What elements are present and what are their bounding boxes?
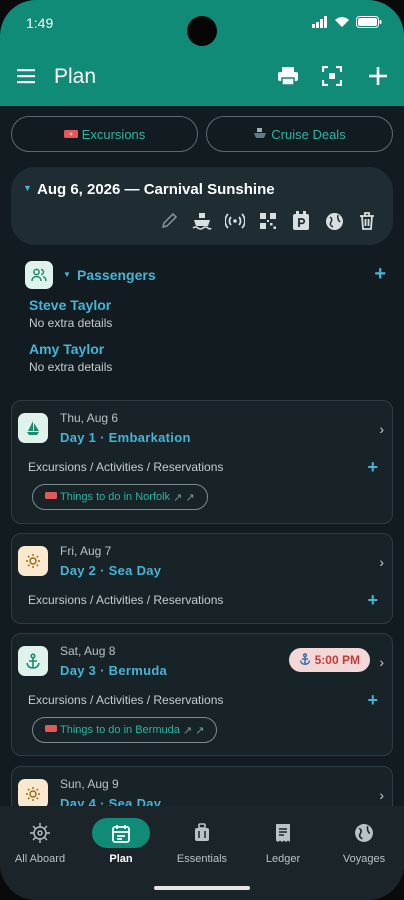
- trash-icon[interactable]: [357, 211, 377, 231]
- day-card[interactable]: Sat, Aug 8 Day 3 · Bermuda 5:00 PM › Exc…: [11, 633, 393, 756]
- anchor-icon: [299, 652, 311, 668]
- signal-icon: [312, 15, 328, 33]
- things-to-do-link[interactable]: Things to do in Norfolk ↗ ↗: [32, 484, 208, 510]
- passengers-icon: [25, 261, 53, 289]
- edit-pencil-icon[interactable]: [159, 211, 179, 231]
- trip-title: Aug 6, 2026 — Carnival Sunshine: [37, 181, 275, 198]
- collapse-caret-icon[interactable]: ▼: [23, 183, 32, 193]
- add-icon[interactable]: [366, 64, 390, 88]
- globe-icon[interactable]: [324, 211, 344, 231]
- menu-icon[interactable]: [16, 66, 36, 86]
- qr-code-icon[interactable]: [258, 211, 278, 231]
- status-bar: 1:49: [0, 0, 404, 48]
- cruise-deals-button[interactable]: Cruise Deals: [206, 116, 393, 152]
- sun-icon: [18, 546, 48, 576]
- page-title: Plan: [54, 65, 97, 88]
- add-activity-button[interactable]: +: [367, 457, 378, 478]
- passenger-detail: No extra details: [29, 316, 113, 330]
- battery-icon: [356, 15, 382, 33]
- nav-ledger[interactable]: Ledger: [243, 818, 323, 865]
- camera-cutout: [187, 16, 217, 46]
- chevron-right-icon[interactable]: ›: [379, 554, 384, 570]
- day-card[interactable]: Thu, Aug 6 Day 1 · Embarkation › Excursi…: [11, 400, 393, 524]
- parking-icon[interactable]: [291, 211, 311, 231]
- day-subtitle: Excursions / Activities / Reservations: [28, 593, 224, 607]
- passenger-detail: No extra details: [29, 360, 113, 374]
- passenger-item[interactable]: Steve Taylor No extra details: [29, 297, 112, 330]
- ship-icon: [253, 127, 267, 142]
- globe-icon: [335, 818, 393, 848]
- luggage-icon: [173, 818, 231, 848]
- chevron-right-icon[interactable]: ›: [379, 654, 384, 670]
- external-link-icon: ↗ ↗: [182, 724, 205, 737]
- ticket-icon: [45, 724, 57, 736]
- day-date: Fri, Aug 7: [60, 544, 112, 558]
- status-time: 1:49: [26, 15, 54, 31]
- collapse-caret-icon[interactable]: ▼: [63, 270, 71, 279]
- add-activity-button[interactable]: +: [367, 690, 378, 711]
- external-link-icon: ↗ ↗: [173, 491, 195, 504]
- sailboat-icon: [18, 413, 48, 443]
- passenger-item[interactable]: Amy Taylor No extra details: [29, 341, 112, 374]
- ship-wheel-icon: [11, 818, 69, 848]
- day-subtitle: Excursions / Activities / Reservations: [28, 460, 224, 474]
- anchor-icon: [18, 646, 48, 676]
- day-subtitle: Excursions / Activities / Reservations: [28, 693, 224, 707]
- nav-plan[interactable]: Plan: [81, 818, 161, 865]
- receipt-icon: [254, 818, 312, 848]
- scan-icon[interactable]: [320, 64, 344, 88]
- departure-time-badge: 5:00 PM: [288, 648, 370, 672]
- app-screen: 1:49 Plan Excursions Cruise Deals ▼ Aug …: [0, 0, 404, 900]
- chevron-right-icon[interactable]: ›: [379, 787, 384, 803]
- ticket-icon: [45, 491, 57, 503]
- add-passenger-button[interactable]: +: [374, 263, 386, 286]
- excursions-button[interactable]: Excursions: [11, 116, 198, 152]
- top-app-bar: 1:49 Plan: [0, 0, 404, 106]
- nav-voyages[interactable]: Voyages: [324, 818, 404, 865]
- passengers-title: Passengers: [77, 267, 156, 283]
- day-title: Day 4 · Sea Day: [60, 796, 162, 806]
- day-card[interactable]: Fri, Aug 7 Day 2 · Sea Day › Excursions …: [11, 533, 393, 624]
- home-indicator[interactable]: [154, 886, 250, 890]
- nav-essentials[interactable]: Essentials: [162, 818, 242, 865]
- plan-content[interactable]: Excursions Cruise Deals ▼ Aug 6, 2026 — …: [0, 106, 404, 806]
- day-date: Thu, Aug 6: [60, 411, 119, 425]
- passenger-name: Amy Taylor: [29, 341, 105, 357]
- trip-card[interactable]: ▼ Aug 6, 2026 — Carnival Sunshine: [11, 167, 393, 245]
- broadcast-icon[interactable]: [225, 211, 245, 231]
- passenger-name: Steve Taylor: [29, 297, 112, 313]
- day-card[interactable]: Sun, Aug 9 Day 4 · Sea Day ›: [11, 766, 393, 806]
- print-icon[interactable]: [276, 64, 300, 88]
- calendar-icon: [92, 818, 150, 848]
- day-title: Day 1 · Embarkation: [60, 430, 191, 445]
- nav-all-aboard[interactable]: All Aboard: [0, 818, 80, 865]
- day-title: Day 3 · Bermuda: [60, 663, 168, 678]
- ship-icon[interactable]: [192, 211, 212, 231]
- wifi-icon: [334, 15, 350, 33]
- day-date: Sun, Aug 9: [60, 777, 119, 791]
- sun-icon: [18, 779, 48, 806]
- day-date: Sat, Aug 8: [60, 644, 116, 658]
- add-activity-button[interactable]: +: [367, 590, 378, 611]
- chevron-right-icon[interactable]: ›: [379, 421, 384, 437]
- day-title: Day 2 · Sea Day: [60, 563, 162, 578]
- things-to-do-link[interactable]: Things to do in Bermuda ↗ ↗: [32, 717, 218, 743]
- ticket-icon: [63, 127, 78, 142]
